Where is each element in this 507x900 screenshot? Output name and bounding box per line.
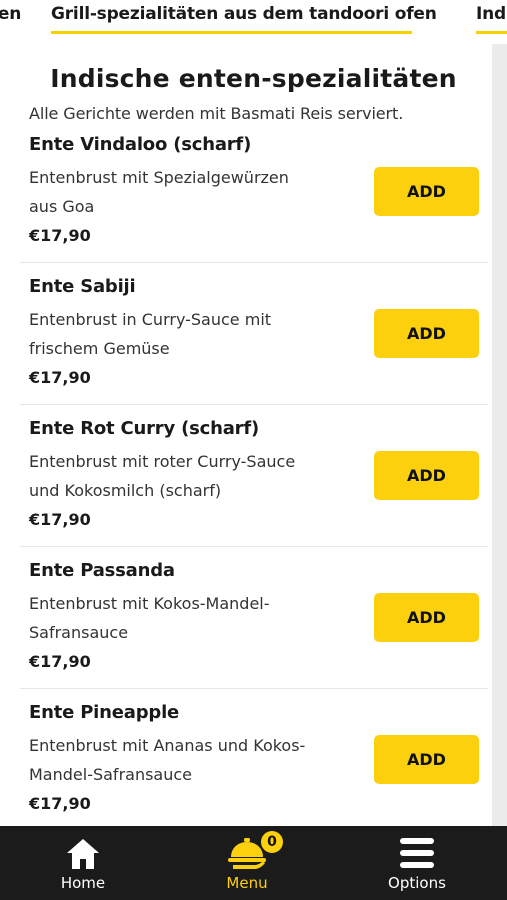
hamburger-menu-icon (400, 838, 434, 868)
item-price: €17,90 (29, 368, 91, 387)
add-button[interactable]: ADD (374, 593, 479, 642)
active-tab-underline (51, 31, 412, 34)
item-description-line2: Mandel-Safransauce (29, 765, 193, 784)
item-price: €17,90 (29, 652, 91, 671)
item-name: Ente Vindaloo (scharf) (29, 134, 252, 155)
item-description-line2: und Kokosmilch (scharf) (29, 481, 222, 500)
nav-options-label: Options (388, 874, 446, 892)
scroll-edge (492, 0, 507, 900)
item-price: €17,90 (29, 226, 91, 245)
nav-menu[interactable]: 0 Menu (187, 826, 307, 900)
add-button[interactable]: ADD (374, 167, 479, 216)
menu-item: Ente Vindaloo (scharf) Entenbrust mit Sp… (20, 121, 488, 263)
item-price: €17,90 (29, 794, 91, 813)
category-tab-next[interactable]: Ind (476, 4, 506, 24)
nav-home-label: Home (60, 874, 106, 892)
item-description-line1: Entenbrust mit Kokos-Mandel- (29, 594, 270, 613)
item-name: Ente Pineapple (29, 702, 180, 723)
section-title: Indische enten-spezialitäten (50, 64, 457, 93)
add-button[interactable]: ADD (374, 309, 479, 358)
category-tab-prev[interactable]: sen (0, 4, 21, 24)
nav-menu-label: Menu (226, 874, 268, 892)
menu-item: Ente Pineapple Entenbrust mit Ananas und… (20, 689, 488, 831)
menu-item: Ente Sabiji Entenbrust in Curry-Sauce mi… (20, 263, 488, 405)
item-description-line1: Entenbrust mit roter Curry-Sauce (29, 452, 296, 471)
item-name: Ente Sabiji (29, 276, 136, 297)
item-description-line2: frischem Gemüse (29, 339, 170, 358)
item-description-line1: Entenbrust in Curry-Sauce mit (29, 310, 272, 329)
menu-item: Ente Rot Curry (scharf) Entenbrust mit r… (20, 405, 488, 547)
next-tab-underline (476, 31, 507, 34)
item-name: Ente Passanda (29, 560, 175, 581)
nav-options[interactable]: Options (357, 826, 477, 900)
item-description-line2: aus Goa (29, 197, 95, 216)
item-description-line1: Entenbrust mit Spezialgewürzen (29, 168, 289, 187)
cart-count-badge: 0 (261, 831, 283, 853)
menu-item: Ente Passanda Entenbrust mit Kokos-Mande… (20, 547, 488, 689)
bottom-nav: Home 0 Menu Options (0, 826, 507, 900)
item-description-line1: Entenbrust mit Ananas und Kokos- (29, 736, 306, 755)
item-description-line2: Safransauce (29, 623, 129, 642)
nav-home[interactable]: Home (23, 826, 143, 900)
add-button[interactable]: ADD (374, 735, 479, 784)
item-price: €17,90 (29, 510, 91, 529)
home-icon (67, 839, 99, 869)
add-button[interactable]: ADD (374, 451, 479, 500)
category-tab-active[interactable]: Grill-spezialitäten aus dem tandoori ofe… (51, 4, 437, 24)
item-name: Ente Rot Curry (scharf) (29, 418, 259, 439)
category-tabs: sen Grill-spezialitäten aus dem tandoori… (0, 0, 507, 44)
